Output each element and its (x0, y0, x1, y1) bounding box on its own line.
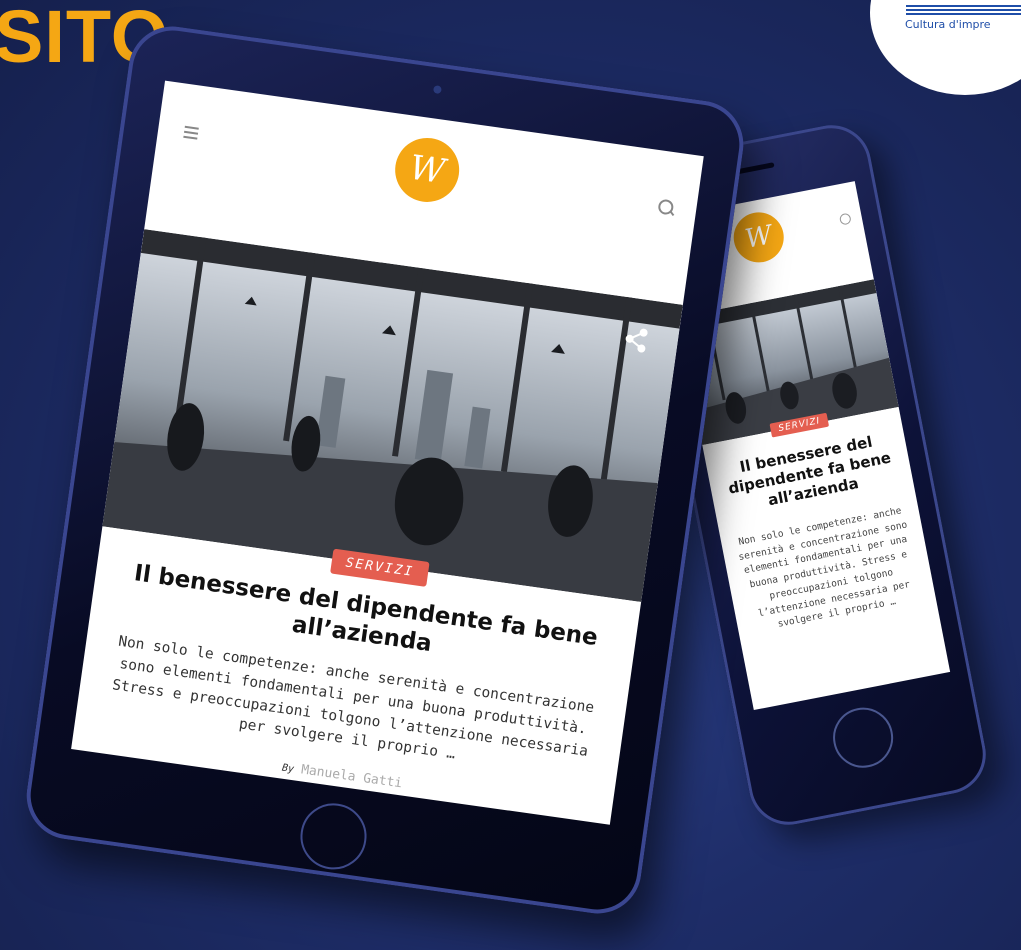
share-icon[interactable] (622, 325, 651, 354)
byline-prefix: By (281, 762, 295, 776)
site-logo[interactable]: W (729, 208, 789, 267)
article-excerpt: Non solo le competenze: anche serenità e… (737, 505, 911, 631)
menu-icon[interactable] (183, 125, 199, 143)
tablet-screen: W SERVIZI Il benessere del dipendente fa… (71, 80, 704, 825)
article-title[interactable]: Il benessere del dipendente fa bene all’… (716, 428, 903, 518)
tablet-mockup: W SERVIZI Il benessere del dipendente fa… (20, 20, 750, 920)
article-hero-image[interactable] (102, 229, 683, 602)
partner-badge-logo: Cultura d'impre (870, 0, 1021, 95)
badge-text: Cultura d'impre (905, 18, 991, 31)
search-icon[interactable] (657, 198, 675, 216)
badge-stripes (906, 5, 1021, 17)
site-logo[interactable]: W (391, 133, 464, 207)
search-icon[interactable] (838, 212, 852, 226)
